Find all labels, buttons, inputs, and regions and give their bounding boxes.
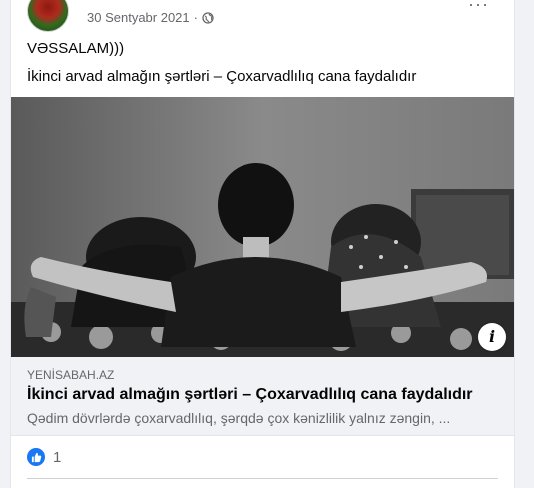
post-header: 30 Sentyabr 2021 · ···: [27, 0, 497, 32]
photo-couple-illustration: [11, 97, 514, 357]
link-title[interactable]: İkinci arvad almağın şərtləri – Çoxarvad…: [27, 386, 473, 404]
globe-icon[interactable]: [202, 11, 214, 24]
divider: [27, 478, 498, 479]
post-text-line2: İkinci arvad almağın şərtləri – Çoxarvad…: [27, 68, 417, 85]
link-preview-box[interactable]: YENİSABAH.AZ İkinci arvad almağın şərtlə…: [11, 357, 514, 436]
avatar[interactable]: [27, 0, 69, 32]
post-text-line1: VƏSSALAM))): [27, 40, 125, 57]
link-description: Qədim dövrlərdə çoxarvadlılıq, şərqdə ço…: [27, 410, 451, 426]
more-options-icon[interactable]: ···: [468, 0, 489, 15]
reaction-summary[interactable]: 1: [27, 448, 61, 466]
post-meta: 30 Sentyabr 2021 ·: [87, 10, 214, 25]
like-count[interactable]: 1: [53, 449, 61, 466]
post-date[interactable]: 30 Sentyabr 2021: [87, 10, 190, 25]
like-icon: [27, 448, 45, 466]
post-card: 30 Sentyabr 2021 · ··· VƏSSALAM))) İkinc…: [10, 0, 515, 488]
link-preview-image[interactable]: i: [11, 97, 514, 357]
meta-separator: ·: [193, 10, 198, 25]
link-domain: YENİSABAH.AZ: [27, 368, 115, 382]
info-icon[interactable]: i: [478, 323, 506, 351]
